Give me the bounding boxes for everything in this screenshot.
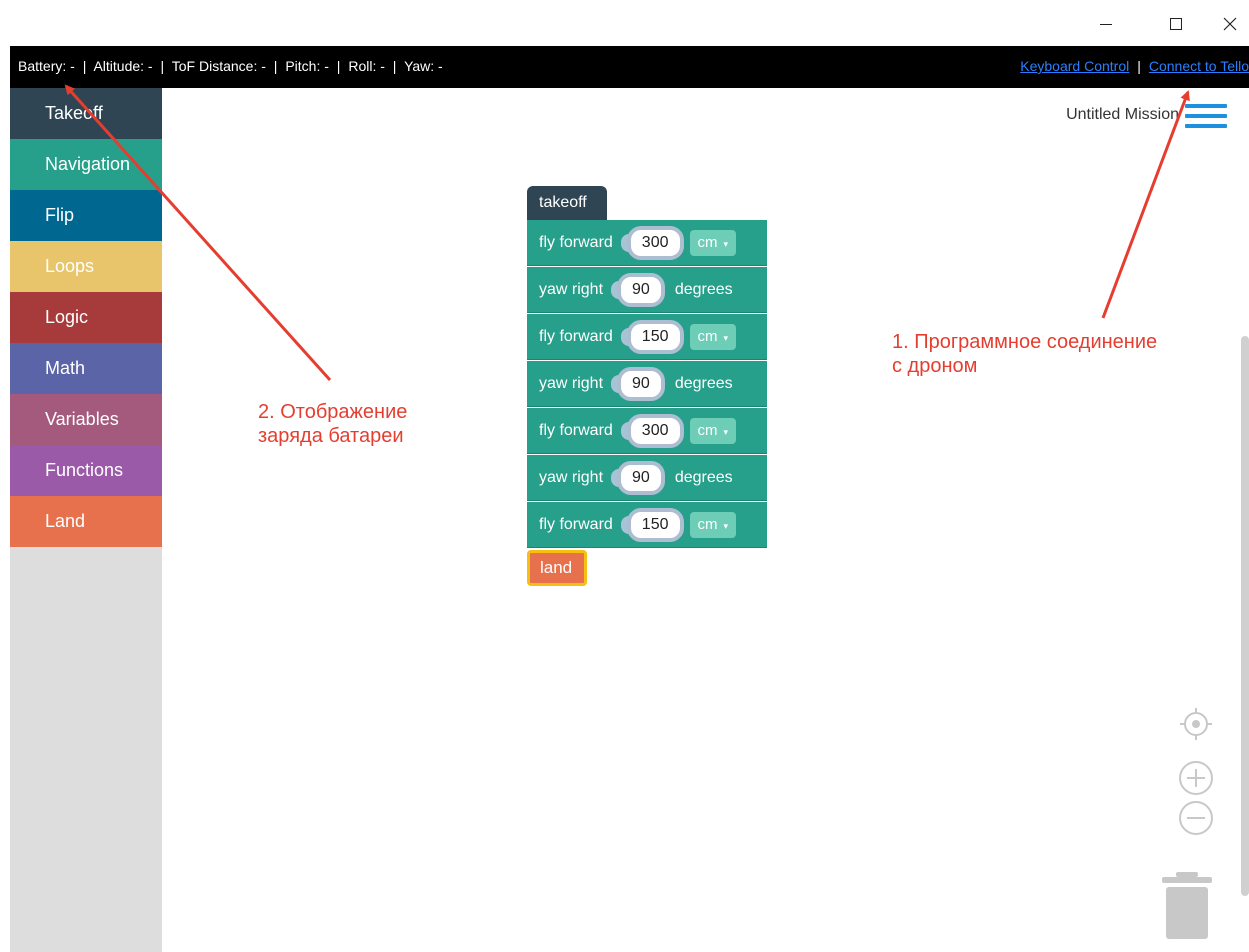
dropdown-arrow-icon: ▾ [723, 520, 729, 531]
separator: | [273, 58, 278, 74]
workspace-scrollbar[interactable] [1241, 336, 1249, 896]
dropdown-arrow-icon: ▾ [723, 426, 729, 437]
block-label: fly forward [539, 328, 613, 345]
annotation-connection: 1. Программное соединение с дроном [892, 330, 1157, 378]
category-functions[interactable]: Functions [10, 445, 162, 496]
distance-input[interactable]: 150 [626, 507, 684, 542]
annotation-line: 2. Отображение [258, 401, 408, 423]
degrees-label: degrees [674, 469, 733, 486]
fly-forward-block[interactable]: fly forward 300 cm ▾ [527, 220, 767, 266]
annotation-battery: 2. Отображение заряда батареи [258, 400, 407, 448]
separator: | [82, 58, 87, 74]
keyboard-control-link[interactable]: Keyboard Control [1020, 58, 1129, 74]
connection-links: Keyboard Control | Connect to Tello [1020, 58, 1249, 74]
distance-input[interactable]: 150 [626, 319, 684, 354]
angle-input[interactable]: 90 [617, 366, 665, 401]
distance-input[interactable]: 300 [626, 225, 684, 260]
block-label: yaw right [539, 281, 604, 298]
fly-forward-block[interactable]: fly forward 150 cm ▾ [527, 314, 767, 360]
block-label: fly forward [539, 422, 613, 439]
pitch-readout: Pitch: - [285, 58, 329, 74]
block-label: yaw right [539, 469, 604, 486]
category-flip[interactable]: Flip [10, 190, 162, 241]
telemetry-readouts: Battery: - | Altitude: - | ToF Distance:… [18, 58, 447, 74]
annotation-line: заряда батареи [258, 425, 404, 447]
zoom-out-icon[interactable] [1178, 800, 1214, 836]
separator: | [392, 58, 397, 74]
category-variables[interactable]: Variables [10, 394, 162, 445]
degrees-label: degrees [674, 375, 733, 392]
close-icon[interactable] [1220, 14, 1240, 34]
annotation-line: с дроном [892, 355, 978, 377]
separator: | [160, 58, 165, 74]
degrees-label: degrees [674, 281, 733, 298]
block-label: fly forward [539, 516, 613, 533]
block-workspace[interactable]: Untitled Mission takeoff fly forward 300 c… [162, 88, 1249, 952]
zoom-in-icon[interactable] [1178, 760, 1214, 796]
window-title-bar [0, 0, 1249, 46]
unit-dropdown[interactable]: cm ▾ [689, 511, 737, 538]
maximize-icon[interactable] [1166, 14, 1186, 34]
yaw-right-block[interactable]: yaw right 90 degrees [527, 361, 767, 407]
fly-forward-block[interactable]: fly forward 300 cm ▾ [527, 408, 767, 454]
hamburger-menu-icon[interactable] [1185, 104, 1227, 130]
minimize-icon[interactable] [1096, 14, 1116, 34]
block-category-sidebar: Takeoff Navigation Flip Loops Logic Math… [10, 88, 162, 952]
unit-label: cm [697, 515, 718, 533]
mission-title[interactable]: Untitled Mission [1066, 106, 1179, 124]
separator: | [1137, 58, 1141, 74]
roll-readout: Roll: - [348, 58, 385, 74]
trash-icon[interactable] [1162, 872, 1212, 942]
unit-label: cm [697, 421, 718, 439]
dropdown-arrow-icon: ▾ [723, 238, 729, 249]
category-takeoff[interactable]: Takeoff [10, 88, 162, 139]
telemetry-status-bar: Battery: - | Altitude: - | ToF Distance:… [10, 46, 1249, 88]
recenter-icon[interactable] [1178, 706, 1214, 742]
tof-distance-readout: ToF Distance: - [171, 58, 266, 74]
category-loops[interactable]: Loops [10, 241, 162, 292]
category-logic[interactable]: Logic [10, 292, 162, 343]
category-land[interactable]: Land [10, 496, 162, 547]
angle-input[interactable]: 90 [617, 272, 665, 307]
unit-label: cm [697, 327, 718, 345]
fly-forward-block[interactable]: fly forward 150 cm ▾ [527, 502, 767, 548]
connect-to-tello-link[interactable]: Connect to Tello [1149, 58, 1249, 74]
separator: | [336, 58, 341, 74]
annotation-line: 1. Программное соединение [892, 331, 1158, 353]
land-block[interactable]: land [527, 550, 587, 586]
unit-label: cm [697, 233, 718, 251]
block-label: fly forward [539, 234, 613, 251]
distance-input[interactable]: 300 [626, 413, 684, 448]
category-navigation[interactable]: Navigation [10, 139, 162, 190]
battery-readout: Battery: - [18, 58, 75, 74]
unit-dropdown[interactable]: cm ▾ [689, 323, 737, 350]
angle-input[interactable]: 90 [617, 460, 665, 495]
yaw-right-block[interactable]: yaw right 90 degrees [527, 455, 767, 501]
unit-dropdown[interactable]: cm ▾ [689, 229, 737, 256]
dropdown-arrow-icon: ▾ [723, 332, 729, 343]
altitude-readout: Altitude: - [93, 58, 153, 74]
unit-dropdown[interactable]: cm ▾ [689, 417, 737, 444]
block-label: yaw right [539, 375, 604, 392]
yaw-readout: Yaw: - [404, 58, 443, 74]
takeoff-block[interactable]: takeoff [527, 186, 607, 220]
category-math[interactable]: Math [10, 343, 162, 394]
yaw-right-block[interactable]: yaw right 90 degrees [527, 267, 767, 313]
